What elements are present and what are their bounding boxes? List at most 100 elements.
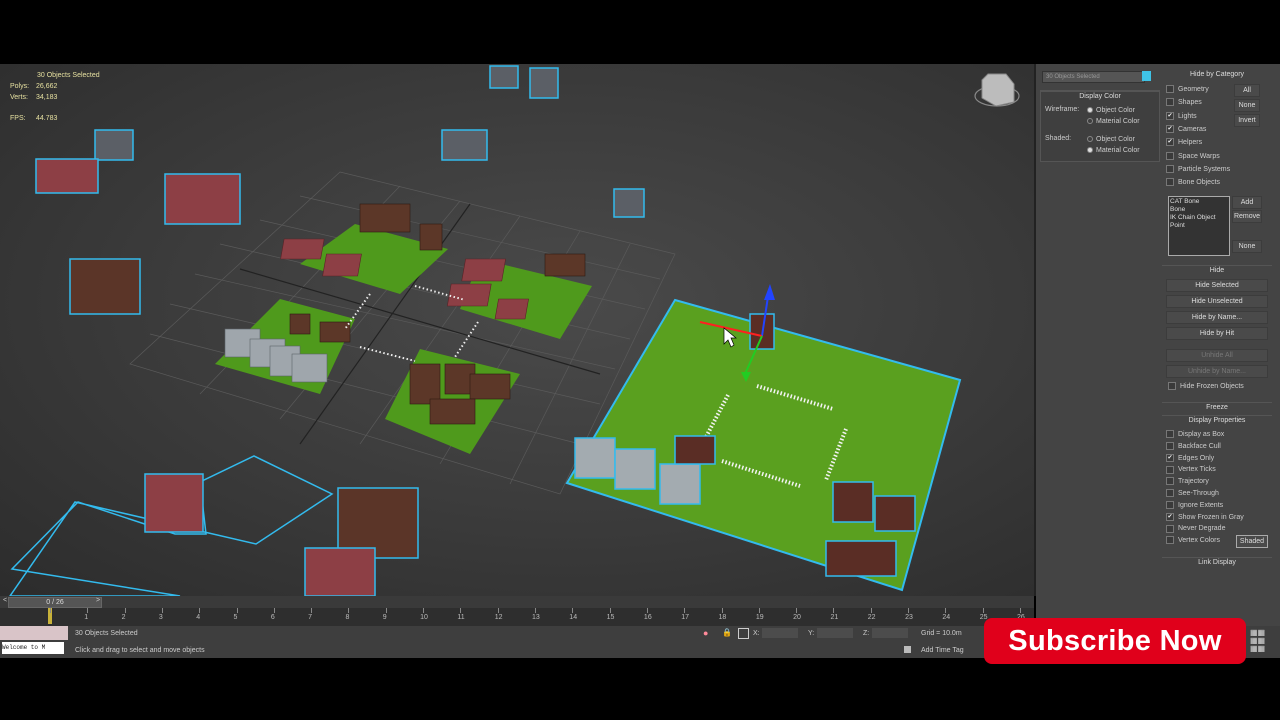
frame-tick-mark [684, 608, 686, 613]
add-time-tag[interactable]: Add Time Tag [921, 647, 964, 654]
listener-output[interactable]: Welcome to M [2, 642, 64, 654]
frame-tick-label: 17 [681, 614, 690, 621]
frame-tick-label: 12 [494, 614, 503, 621]
display-see-through-checkbox[interactable]: See-Through [1166, 488, 1219, 500]
object-name-field[interactable]: 30 Objects Selected [1042, 71, 1145, 83]
fps-label: FPS: [10, 115, 26, 122]
z-coordinate-field[interactable] [872, 628, 908, 638]
list-item[interactable]: Point [1170, 222, 1228, 230]
time-next-button[interactable]: > [96, 597, 100, 604]
frame-tick-label: 4 [196, 614, 201, 621]
hide-unselected-button[interactable]: Hide Unselected [1166, 295, 1268, 308]
hide-frozen-checkbox[interactable]: Hide Frozen Objects [1168, 381, 1244, 393]
all-button[interactable]: All [1234, 84, 1260, 97]
display-display-as-box-checkbox[interactable]: Display as Box [1166, 429, 1224, 441]
subscribe-now-button[interactable]: Subscribe Now [984, 618, 1246, 664]
frame-tick-mark [311, 608, 313, 613]
time-slider[interactable]: < 0 / 26 > [0, 596, 1034, 608]
frame-tick-mark [721, 608, 723, 613]
track-bar[interactable]: 1 2 3 4 5 6 7 8 9 10 11 12 13 14 15 16 17 18 19 20 21 22 23 24 2… [0, 608, 1034, 626]
category-bone-objects-checkbox[interactable]: Bone Objects [1166, 177, 1220, 189]
viewcube[interactable] [974, 73, 1020, 107]
frame-tick-mark [609, 608, 611, 613]
display-vertex-colors-checkbox[interactable]: Vertex Colors [1166, 535, 1220, 547]
category-space-warps-checkbox[interactable]: Space Warps [1166, 151, 1220, 163]
checkbox-label: Helpers [1178, 139, 1203, 147]
polys-value: 26,662 [36, 83, 58, 90]
polys-stat: Polys: 26,662 [10, 82, 57, 93]
none-button[interactable]: None [1234, 99, 1260, 112]
category-cameras-checkbox[interactable]: ✔ Cameras [1166, 124, 1206, 136]
wire-material-color-radio[interactable]: Material Color [1087, 117, 1140, 127]
category-shapes-checkbox[interactable]: Shapes [1166, 97, 1202, 109]
link-display-title[interactable]: Link Display [1162, 557, 1272, 568]
lock-icon[interactable]: 🔒 [722, 628, 732, 637]
display-show-frozen-in-gray-checkbox[interactable]: ✔ Show Frozen in Gray [1166, 512, 1244, 524]
display-ignore-extents-checkbox[interactable]: Ignore Extents [1166, 500, 1223, 512]
polys-label: Polys: [10, 83, 30, 90]
frame-tick-mark [423, 608, 425, 613]
display-never-degrade-checkbox[interactable]: Never Degrade [1166, 523, 1225, 535]
remove-button[interactable]: Remove [1232, 210, 1262, 223]
add-button[interactable]: Add [1232, 196, 1262, 209]
scene-canvas[interactable] [0, 64, 1034, 596]
hide-by-name-button[interactable]: Hide by Name... [1166, 311, 1268, 324]
list-item[interactable]: Bone [1170, 206, 1228, 214]
none-button-2[interactable]: None [1232, 240, 1262, 253]
town-block-center[interactable] [215, 203, 592, 454]
shaded-material-color-radio[interactable]: Material Color [1087, 146, 1140, 156]
frame-tick-label: 11 [457, 614, 465, 621]
frame-tick-label: 20 [793, 614, 801, 621]
maxscript-mini-listener[interactable] [0, 626, 68, 640]
unhide-all-button[interactable]: Unhide All [1166, 349, 1268, 362]
command-panel: 30 Objects Selected Display Color Wirefr… [1036, 64, 1280, 658]
list-item[interactable]: IK Chain Object [1170, 214, 1228, 222]
display-properties-title[interactable]: Display Properties [1162, 415, 1272, 426]
absolute-mode-icon[interactable] [738, 628, 749, 639]
display-color-title[interactable]: Display Color [1041, 91, 1159, 102]
shaded-object-color-radio[interactable]: Object Color [1087, 135, 1135, 145]
hide-by-category-title[interactable]: Hide by Category [1162, 70, 1272, 80]
time-tag-icon[interactable] [904, 646, 911, 653]
category-particle-systems-checkbox[interactable]: Particle Systems [1166, 164, 1230, 176]
viewport-navigation-icons[interactable]: ▦▦ ▦▦ ▦▦ [1250, 629, 1276, 655]
y-label: Y: [808, 630, 815, 637]
hide-by-hit-button[interactable]: Hide by Hit [1166, 327, 1268, 340]
hide-selected-button[interactable]: Hide Selected [1166, 279, 1268, 292]
freeze-rollout-title[interactable]: Freeze [1162, 402, 1272, 413]
frame-tick-label: 6 [270, 614, 275, 621]
checkbox-icon [1166, 430, 1174, 439]
display-edges-only-checkbox[interactable]: ✔ Edges Only [1166, 453, 1214, 465]
verts-label: Verts: [10, 94, 28, 101]
y-coordinate-field[interactable] [817, 628, 853, 638]
time-slider-thumb[interactable]: 0 / 26 [8, 597, 102, 608]
category-listbox[interactable]: CAT Bone Bone IK Chain Object Point [1168, 196, 1230, 256]
checkbox-label: See-Through [1178, 490, 1219, 497]
display-vertex-ticks-checkbox[interactable]: Vertex Ticks [1166, 464, 1216, 476]
invert-button[interactable]: Invert [1234, 114, 1260, 127]
isolate-icon[interactable]: ● [703, 628, 708, 638]
frame-tick-label: 18 [718, 614, 727, 621]
category-geometry-checkbox[interactable]: Geometry [1166, 84, 1209, 96]
checkbox-icon [1166, 151, 1174, 160]
category-helpers-checkbox[interactable]: ✔ Helpers [1166, 137, 1202, 149]
unhide-by-name-button[interactable]: Unhide by Name... [1166, 365, 1268, 378]
category-lights-checkbox[interactable]: ✔ Lights [1166, 111, 1197, 123]
perspective-viewport[interactable]: 30 Objects Selected Polys: 26,662 Verts: 3… [0, 64, 1036, 596]
display-backface-cull-checkbox[interactable]: Backface Cull [1166, 441, 1221, 453]
frame-tick-label: 5 [233, 614, 238, 621]
object-color-swatch[interactable] [1142, 71, 1151, 81]
hide-title[interactable]: Hide [1162, 265, 1272, 276]
list-item[interactable]: CAT Bone [1170, 198, 1228, 206]
x-coordinate-field[interactable] [762, 628, 798, 638]
time-prev-button[interactable]: < [3, 597, 7, 604]
wire-material-label: Material Color [1096, 118, 1140, 125]
display-trajectory-checkbox[interactable]: Trajectory [1166, 476, 1209, 488]
checkbox-label: Geometry [1178, 86, 1209, 93]
frame-tick-label: 2 [121, 614, 126, 621]
selected-ground-plane[interactable] [565, 284, 962, 592]
verts-value: 34,183 [36, 94, 58, 101]
checkbox-label: Shapes [1178, 99, 1202, 107]
wire-object-color-radio[interactable]: Object Color [1087, 106, 1135, 116]
shaded-button[interactable]: Shaded [1236, 535, 1268, 548]
